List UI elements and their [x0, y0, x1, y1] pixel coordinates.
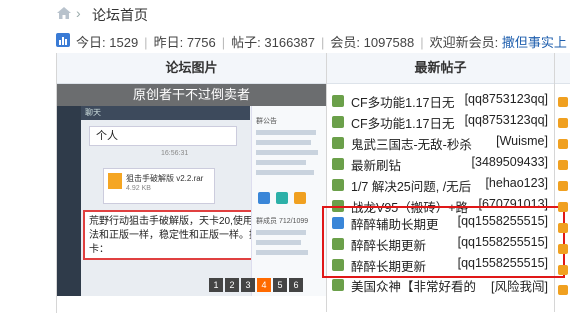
post-title[interactable]: 1/7 解决25问题, /无后 — [351, 176, 471, 195]
today-label: 今日: — [76, 35, 106, 50]
yesterday-label: 昨日: — [153, 35, 184, 50]
post-author[interactable]: [Wuisme] — [496, 134, 548, 148]
post-title[interactable]: 最新刷钻 — [351, 155, 401, 174]
chat-area: 个人 16:56:31 狙击手破解版 v2.2.rar 4.92 KB 荒野行动… — [81, 120, 271, 296]
list-item[interactable]: 鬼武三国志-无敌-秒杀 [Wuisme] — [327, 133, 554, 154]
notice-line — [256, 170, 314, 175]
welcome-label: 欢迎新会员: — [429, 35, 499, 50]
slide-page[interactable]: 1 — [209, 278, 223, 292]
breadcrumb-separator: › — [76, 5, 81, 21]
members-label: 会员: — [330, 35, 361, 50]
third-column-header — [555, 53, 570, 84]
home-icon[interactable] — [56, 6, 72, 20]
post-icon — [332, 179, 344, 191]
member-line — [256, 250, 308, 255]
third-column-icon — [558, 160, 568, 170]
app-icon — [276, 192, 288, 204]
list-item[interactable]: CF多功能1.17日无 [qq8753123qq] — [327, 112, 554, 133]
stats-chart-icon — [56, 33, 70, 47]
third-column-icon — [558, 202, 568, 212]
slide-page[interactable]: 5 — [273, 278, 287, 292]
post-title[interactable]: CF多功能1.17日无 — [351, 92, 455, 111]
post-author[interactable]: [hehao123] — [485, 176, 548, 190]
slide-page-active[interactable]: 4 — [257, 278, 271, 292]
notice-line — [256, 150, 318, 155]
third-column-icon — [558, 139, 568, 149]
third-column-icon — [558, 181, 568, 191]
group-panel: 群公告 群成员 712/1099 — [251, 106, 326, 296]
slide-page[interactable]: 3 — [241, 278, 255, 292]
post-icon — [332, 116, 344, 128]
notice-line — [256, 130, 316, 135]
post-author[interactable]: [风险我闯] — [491, 276, 548, 295]
members-value: 1097588 — [363, 35, 415, 50]
member-line — [256, 230, 306, 235]
list-item[interactable]: 最新刷钻 [3489509433] — [327, 154, 554, 175]
list-item[interactable]: 美国众神【非常好看的 [风险我闯] — [327, 275, 554, 296]
file-name: 狙击手破解版 v2.2.rar — [126, 174, 204, 183]
third-column-icon — [558, 285, 568, 295]
post-icon — [332, 95, 344, 107]
post-icon — [332, 158, 344, 170]
list-item[interactable]: 1/7 解决25问题, /无后 [hehao123] — [327, 175, 554, 196]
list-item[interactable]: CF多功能1.17日无 [qq8753123qq] — [327, 91, 554, 112]
highlight-box — [322, 206, 565, 278]
forum-stats: 今日: 1529 | 昨日: 7756 | 帖子: 3166387 | 会员: 109758… — [0, 28, 570, 52]
file-card: 狙击手破解版 v2.2.rar 4.92 KB — [103, 168, 215, 204]
threads-label: 帖子: — [231, 35, 261, 50]
post-title[interactable]: 美国众神【非常好看的 — [351, 276, 476, 295]
file-size: 4.92 KB — [126, 185, 151, 192]
slide-page[interactable]: 6 — [289, 278, 303, 292]
today-value: 1529 — [109, 35, 139, 50]
breadcrumb-title[interactable]: 论坛首页 — [92, 5, 148, 25]
post-icon — [332, 279, 344, 291]
post-icon — [332, 137, 344, 149]
post-title[interactable]: CF多功能1.17日无 — [351, 113, 455, 132]
chat-message: 荒野行动狙击手破解版，天卡20,使用方法和正版一样，稳定性和正版一样。提卡： — [83, 210, 271, 260]
app-icon — [294, 192, 306, 204]
third-column-icon — [558, 265, 568, 275]
notice-line — [256, 140, 311, 145]
new-member-link[interactable]: 撒但事实上 — [502, 35, 567, 50]
chat-time: 16:56:31 — [161, 150, 189, 157]
threads-value: 3166387 — [264, 35, 315, 50]
slide-page[interactable]: 2 — [225, 278, 239, 292]
third-column-icon — [558, 118, 568, 128]
picture-caption[interactable]: 原创者干不过倒卖者 — [57, 84, 326, 106]
members-count: 群成员 712/1099 — [256, 218, 309, 225]
notice-line — [256, 160, 306, 165]
chat-sidebar — [57, 106, 81, 296]
post-title[interactable]: 鬼武三国志-无敌-秒杀 — [351, 134, 472, 153]
third-column-icon — [558, 244, 568, 254]
chat-bubble: 个人 — [89, 126, 237, 146]
yesterday-value: 7756 — [186, 35, 216, 50]
group-notice-label: 群公告 — [256, 118, 277, 125]
member-line — [256, 240, 301, 245]
chat-title: 聊天 — [81, 106, 250, 120]
app-icon — [258, 192, 270, 204]
post-author[interactable]: [qq8753123qq] — [465, 92, 548, 106]
post-author[interactable]: [qq8753123qq] — [465, 113, 548, 127]
breadcrumb: › 论坛首页 — [0, 0, 570, 28]
third-column-icon — [558, 223, 568, 233]
featured-picture[interactable]: 聊天 个人 16:56:31 狙击手破解版 v2.2.rar 4.92 KB 荒… — [57, 84, 326, 296]
file-icon — [108, 173, 122, 189]
post-author[interactable]: [3489509433] — [472, 155, 548, 169]
third-column-icon — [558, 97, 568, 107]
pics-column-header: 论坛图片 — [57, 53, 326, 84]
latest-column-header: 最新帖子 — [327, 53, 554, 84]
